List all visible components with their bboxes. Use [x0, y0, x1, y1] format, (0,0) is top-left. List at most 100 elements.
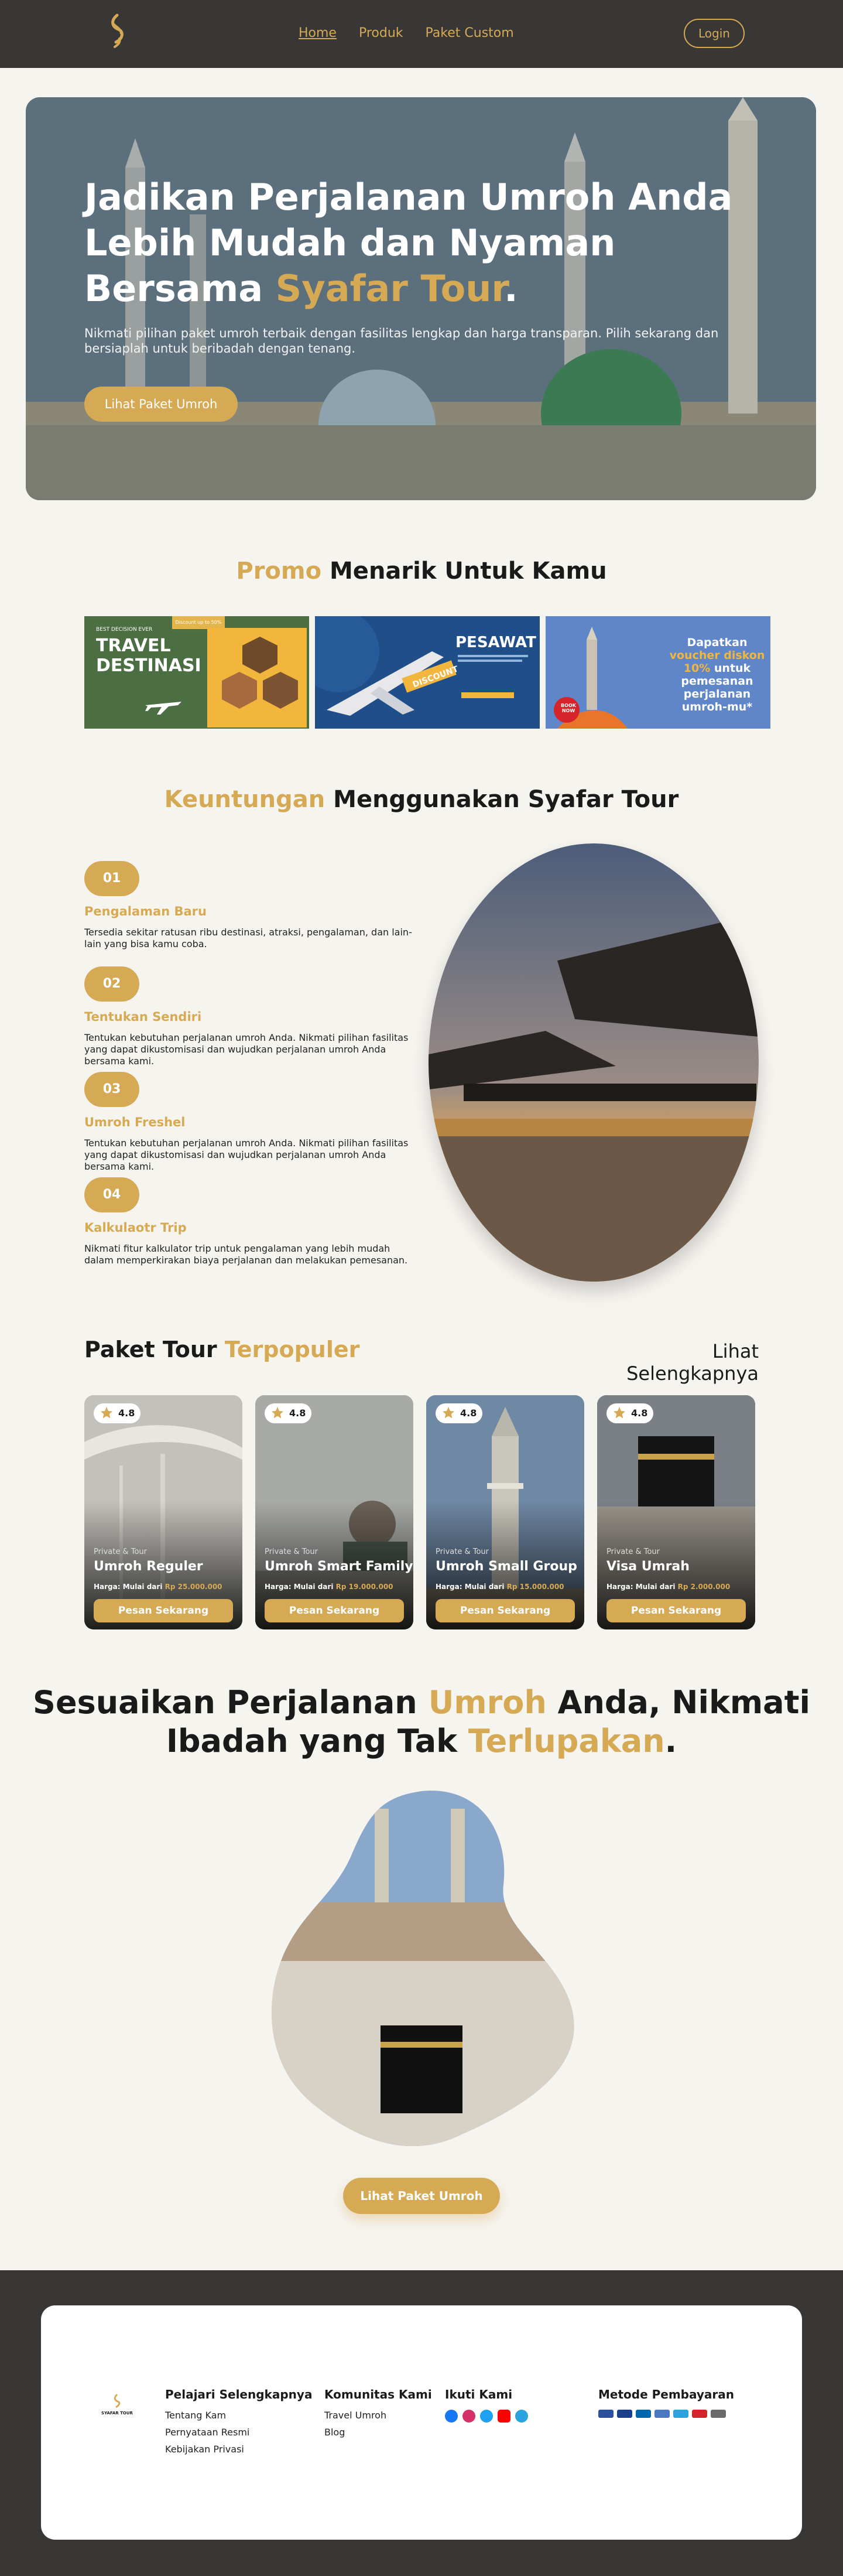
promo-voucher-text: Dapatkan voucher diskon 10% untuk pemesa… — [667, 636, 767, 713]
benefit-number: 03 — [84, 1072, 139, 1107]
star-icon — [272, 1407, 283, 1419]
footer-logo-icon — [114, 2393, 121, 2408]
book-now-button[interactable]: Pesan Sekarang — [94, 1599, 233, 1622]
footer-payment-column: Metode Pembayaran — [598, 2387, 734, 2418]
hero-title-line1: Jadikan Perjalanan Umroh Anda — [84, 176, 733, 218]
packages-title-highlight: Terpopuler — [224, 1337, 360, 1362]
promo-banner-pesawat[interactable]: PESAWAT DISCOUNT — [315, 616, 540, 729]
promo-heading-line2: DESTINASI — [96, 655, 201, 676]
promo-heading: Dapatkan — [687, 636, 748, 649]
footer-link-blog[interactable]: Blog — [324, 2427, 432, 2438]
hero-banner: Jadikan Perjalanan Umroh Anda Lebih Muda… — [26, 97, 816, 500]
benefit-number: 04 — [84, 1177, 139, 1212]
airplane-icon — [145, 702, 181, 715]
promo-title-rest: Menarik Untuk Kamu — [321, 558, 607, 585]
card-overlay — [84, 1395, 242, 1629]
custom-section-title: Sesuaikan Perjalanan Umroh Anda, Nikmati… — [0, 1683, 843, 1761]
footer-panel: SYAFAR TOUR Pelajari Selengkapnya Tentan… — [41, 2305, 802, 2540]
nav-links: Home Produk Paket Custom — [299, 26, 514, 40]
footer-link-privacy[interactable]: Kebijakan Privasi — [165, 2444, 312, 2455]
book-now-button[interactable]: Pesan Sekarang — [436, 1599, 575, 1622]
payment-logo-icon — [673, 2410, 688, 2418]
top-navbar: Home Produk Paket Custom Login — [0, 0, 843, 68]
nav-link-produk[interactable]: Produk — [359, 26, 403, 40]
package-kind: Private & Tour — [606, 1547, 660, 1556]
footer-link-statement[interactable]: Pernyataan Resmi — [165, 2427, 312, 2438]
login-button[interactable]: Login — [684, 19, 745, 48]
twitter-icon[interactable] — [480, 2410, 493, 2423]
footer-follow-column: Ikuti Kami — [445, 2387, 528, 2423]
instagram-icon[interactable] — [462, 2410, 475, 2423]
umbrella-mosque-image — [429, 843, 759, 1282]
star-icon — [443, 1407, 454, 1419]
facebook-icon[interactable] — [445, 2410, 458, 2423]
rating-value: 4.8 — [118, 1407, 135, 1419]
nav-link-paket-custom[interactable]: Paket Custom — [426, 26, 514, 40]
packages-title-prefix: Paket Tour — [84, 1337, 225, 1362]
package-card[interactable]: 4.8 Private & Tour Umroh Small Group Har… — [426, 1395, 584, 1629]
benefit-title: Umroh Freshel — [84, 1115, 186, 1129]
footer-community-column: Komunitas Kami Travel Umroh Blog — [324, 2387, 432, 2444]
package-card[interactable]: 4.8 Private & Tour Visa Umrah Harga: Mul… — [597, 1395, 755, 1629]
plane-world-map-image — [315, 616, 540, 729]
hero-title: Jadikan Perjalanan Umroh Anda Lebih Muda… — [84, 175, 763, 312]
package-name: Visa Umrah — [606, 1559, 690, 1574]
rating-badge: 4.8 — [94, 1403, 140, 1423]
hexagon-photos-image — [207, 628, 307, 727]
promo-tag: BEST DECISION EVER — [96, 627, 153, 633]
package-kind: Private & Tour — [436, 1547, 489, 1556]
benefits-section-title: Keuntungan Menggunakan Syafar Tour — [0, 786, 843, 813]
package-card[interactable]: 4.8 Private & Tour Umroh Reguler Harga: … — [84, 1395, 242, 1629]
price-label: Harga: Mulai dari — [436, 1583, 507, 1591]
benefit-description: Nikmati fitur kalkulator trip untuk peng… — [84, 1243, 408, 1266]
benefit-title: Tentukan Sendiri — [84, 1010, 202, 1024]
telegram-icon[interactable] — [515, 2410, 528, 2423]
hero-cta-button[interactable]: Lihat Paket Umroh — [84, 387, 238, 422]
package-price: Harga: Mulai dari Rp 15.000.000 — [436, 1583, 564, 1591]
price-label: Harga: Mulai dari — [94, 1583, 165, 1591]
footer-community-title: Komunitas Kami — [324, 2387, 432, 2401]
footer-payment-title: Metode Pembayaran — [598, 2387, 735, 2401]
payment-logo-icon — [617, 2410, 632, 2418]
footer-link-about[interactable]: Tentang Kam — [165, 2410, 312, 2421]
rating-value: 4.8 — [289, 1407, 306, 1419]
package-card[interactable]: 4.8 Private & Tour Umroh Smart Family Ha… — [255, 1395, 413, 1629]
nav-link-home[interactable]: Home — [299, 26, 337, 40]
benefit-title: Pengalaman Baru — [84, 904, 207, 918]
kaaba-blob-image — [272, 1791, 574, 2146]
packages-section-title: Paket Tour Terpopuler — [84, 1337, 359, 1362]
custom-title-part: . — [664, 1723, 677, 1760]
price-amount: Rp 2.000.000 — [677, 1583, 731, 1591]
youtube-icon[interactable] — [498, 2410, 510, 2423]
brand-logo[interactable] — [104, 13, 130, 53]
see-more-link[interactable]: Lihat Selengkapnya — [597, 1340, 759, 1385]
custom-title-highlight: Terlupakan — [468, 1723, 665, 1760]
price-amount: Rp 19.000.000 — [335, 1583, 393, 1591]
benefit-description: Tentukan kebutuhan perjalanan umroh Anda… — [84, 1137, 409, 1172]
star-icon — [101, 1407, 112, 1419]
custom-cta-button[interactable]: Lihat Paket Umroh — [343, 2178, 500, 2214]
payment-logos — [598, 2410, 734, 2418]
benefits-title-rest: Menggunakan Syafar Tour — [325, 786, 679, 813]
footer-link-travel-umroh[interactable]: Travel Umroh — [324, 2410, 432, 2421]
footer: SYAFAR TOUR Pelajari Selengkapnya Tentan… — [0, 2270, 843, 2576]
price-amount: Rp 25.000.000 — [165, 1583, 222, 1591]
book-now-button[interactable]: Pesan Sekarang — [265, 1599, 404, 1622]
benefit-description: Tersedia sekitar ratusan ribu destinasi,… — [84, 927, 412, 949]
package-name: Umroh Reguler — [94, 1559, 203, 1574]
hero-title-line2: Lebih Mudah dan Nyaman — [84, 221, 616, 264]
rating-badge: 4.8 — [436, 1403, 482, 1423]
price-label: Harga: Mulai dari — [265, 1583, 336, 1591]
custom-title-part: Sesuaikan Perjalanan — [33, 1684, 429, 1721]
footer-logo[interactable]: SYAFAR TOUR — [100, 2393, 135, 2417]
promo-title-highlight: Promo — [236, 558, 322, 585]
benefit-number: 02 — [84, 966, 139, 1002]
promo-badge: Discount up to 50% — [172, 616, 225, 629]
payment-logo-icon — [692, 2410, 707, 2418]
payment-logo-icon — [598, 2410, 614, 2418]
promo-banner-voucher[interactable]: BOOK NOW Dapatkan voucher diskon 10% unt… — [546, 616, 770, 729]
package-kind: Private & Tour — [94, 1547, 147, 1556]
package-price: Harga: Mulai dari Rp 2.000.000 — [606, 1583, 730, 1591]
book-now-button[interactable]: Pesan Sekarang — [606, 1599, 746, 1622]
promo-banner-travel-destinasi[interactable]: BEST DECISION EVER Discount up to 50% TR… — [84, 616, 309, 729]
